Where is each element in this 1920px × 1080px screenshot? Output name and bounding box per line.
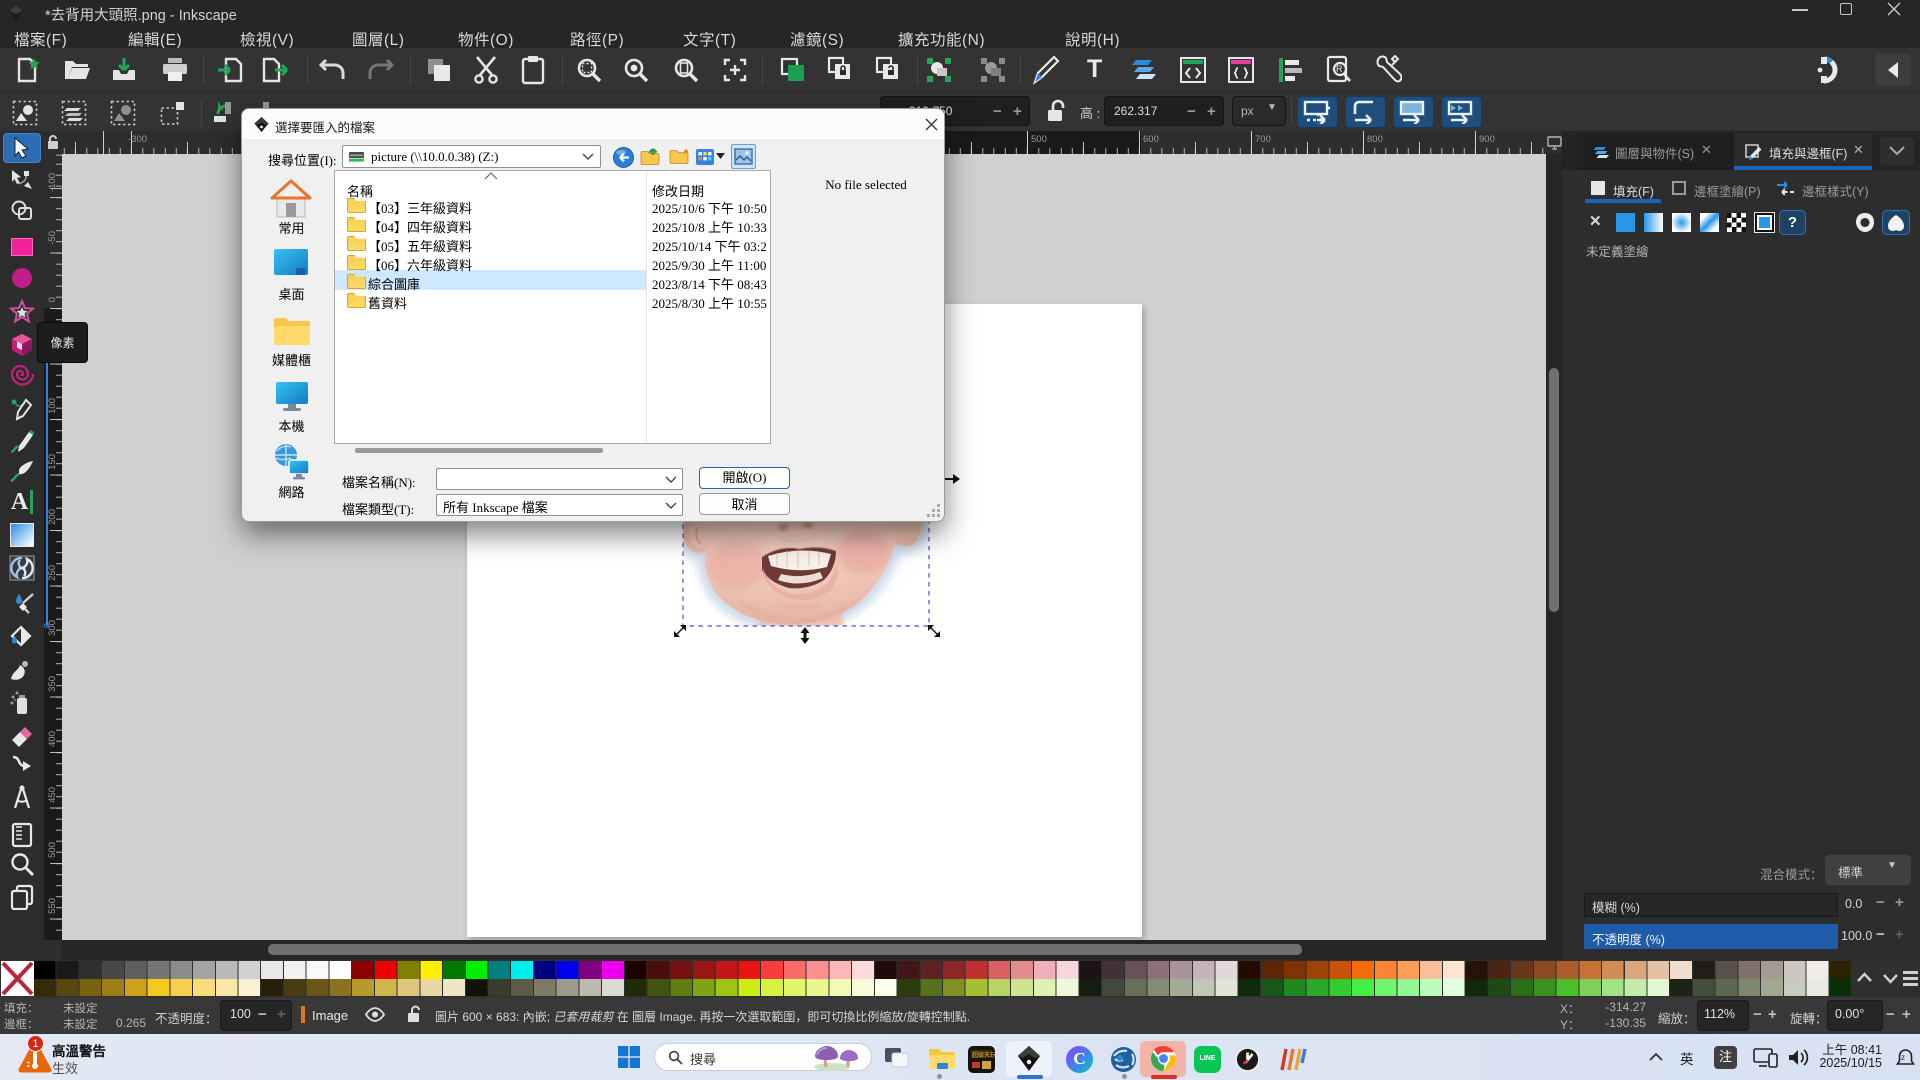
svg-text:超級天玩: 超級天玩 — [972, 1051, 995, 1059]
svg-text:z: z — [1901, 1053, 1905, 1062]
svg-text:R: R — [1336, 64, 1343, 74]
